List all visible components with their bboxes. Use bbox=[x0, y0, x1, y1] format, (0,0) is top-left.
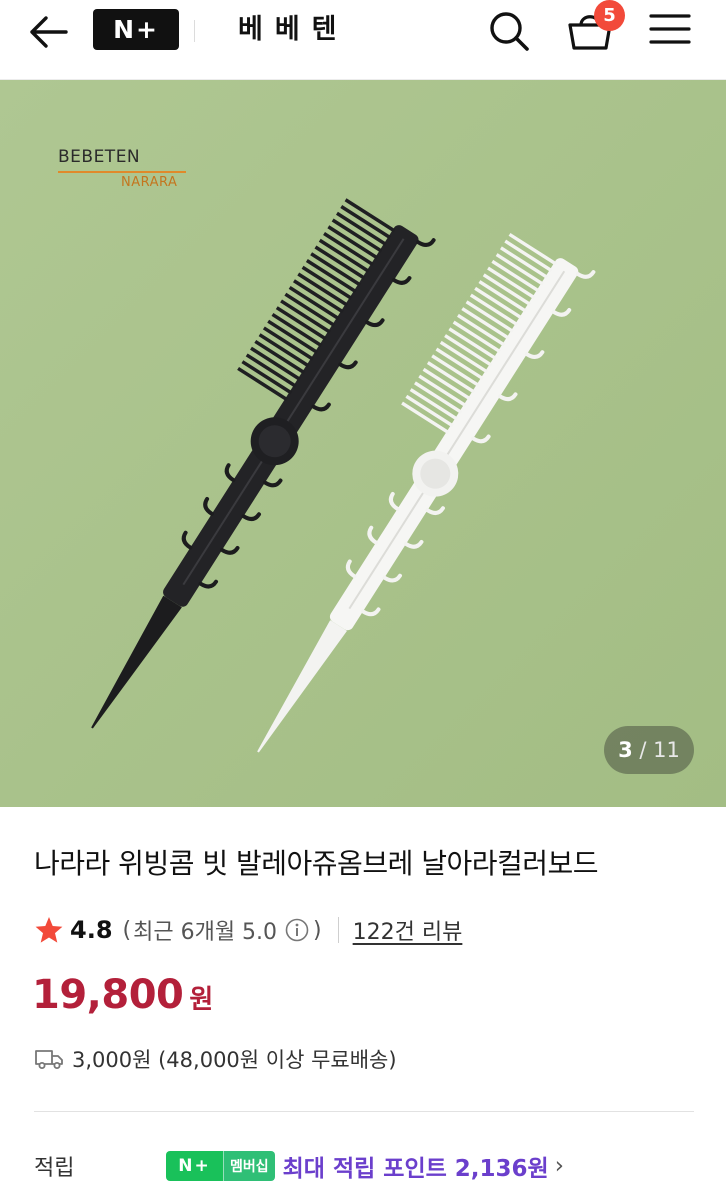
recent-rating-close: ) bbox=[313, 917, 322, 943]
section-divider bbox=[34, 1111, 694, 1112]
info-icon[interactable] bbox=[285, 918, 309, 942]
price-value: 19,800 bbox=[32, 972, 184, 1018]
brand-watermark: BEBETEN NARARA bbox=[58, 147, 186, 190]
chevron-right-icon[interactable]: › bbox=[555, 1153, 564, 1179]
membership-badge-text: 멤버십 bbox=[223, 1151, 275, 1181]
cart-count-badge: 5 bbox=[594, 0, 625, 31]
recent-rating-open: ( bbox=[122, 917, 132, 943]
points-label: 적립 bbox=[34, 1156, 75, 1181]
star-icon bbox=[35, 917, 63, 943]
brand-underline bbox=[58, 171, 186, 173]
price-unit: 원 bbox=[189, 985, 214, 1015]
store-name[interactable]: 베베텐 bbox=[238, 8, 349, 52]
price: 19,800 원 bbox=[32, 972, 213, 1018]
truck-icon bbox=[35, 1050, 63, 1069]
hamburger-menu-icon[interactable] bbox=[649, 12, 691, 46]
image-counter-total: 11 bbox=[653, 738, 680, 762]
search-icon[interactable] bbox=[486, 8, 532, 54]
image-counter-current: 3 bbox=[618, 738, 633, 762]
back-arrow-icon[interactable] bbox=[26, 12, 74, 52]
rating-value: 4.8 bbox=[70, 916, 113, 944]
rating-row: 4.8 ( 최근 6개월 5.0 ) 122건 리뷰 bbox=[34, 912, 462, 948]
brand-main-text: BEBETEN bbox=[58, 147, 141, 167]
header-divider bbox=[194, 20, 195, 42]
naver-plus-logo-text: N+ bbox=[113, 15, 159, 44]
shipping-text: 3,000원 (48,000원 이상 무료배송) bbox=[72, 1048, 397, 1072]
brand-sub-text: NARARA bbox=[121, 175, 178, 190]
product-title: 나라라 위빙콤 빗 발레아쥬옴브레 날아라컬러보드 bbox=[34, 847, 599, 880]
points-row: 적립 N+ 멤버십 최대 적립 포인트 2,136원 › bbox=[34, 1146, 694, 1186]
max-points-link[interactable]: 최대 적립 포인트 2,136원 bbox=[283, 1149, 549, 1183]
membership-badge: N+ 멤버십 bbox=[166, 1151, 275, 1181]
membership-logo: N+ bbox=[166, 1151, 223, 1181]
rating-divider bbox=[337, 917, 339, 943]
reviews-link[interactable]: 122건 리뷰 bbox=[353, 914, 463, 946]
top-header: N+ 베베텐 5 bbox=[0, 0, 726, 80]
product-image-carousel[interactable]: BEBETEN NARARA 3 / 11 bbox=[0, 80, 726, 807]
image-counter-separator: / bbox=[639, 738, 647, 762]
image-counter: 3 / 11 bbox=[604, 726, 694, 774]
recent-rating-label: 최근 6개월 5.0 bbox=[133, 920, 278, 945]
naver-plus-logo[interactable]: N+ bbox=[93, 9, 179, 50]
shipping-info: 3,000원 (48,000원 이상 무료배송) bbox=[34, 1040, 397, 1078]
